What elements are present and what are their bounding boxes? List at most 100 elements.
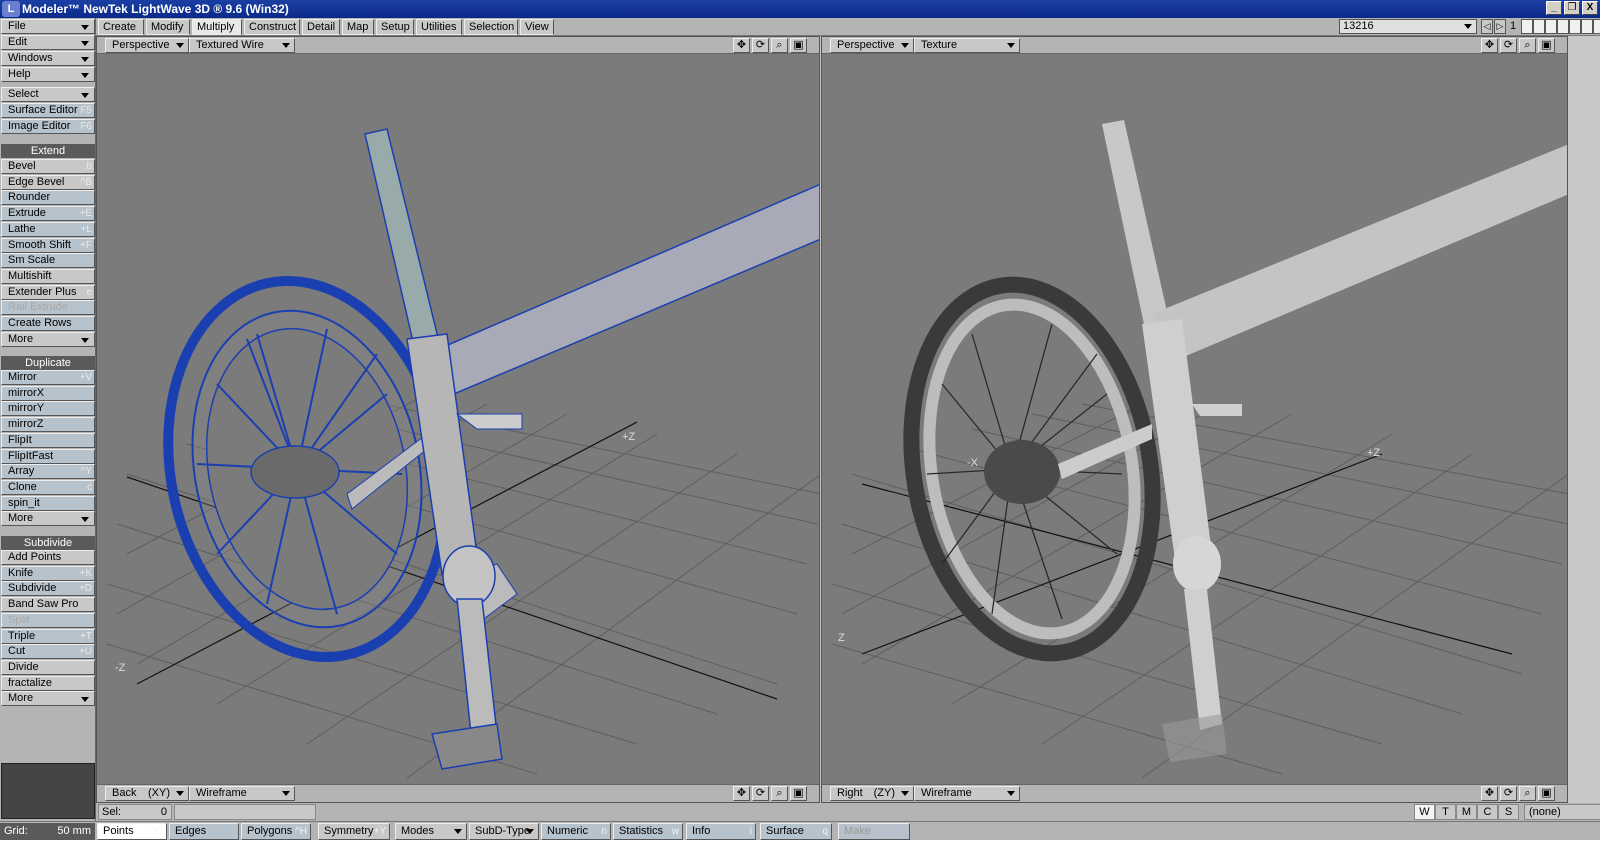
sidebar-item-subdivide[interactable]: Subdivide +D (1, 581, 95, 597)
prev-layer-button[interactable]: ◁ (1481, 19, 1493, 34)
layer-button[interactable] (1593, 19, 1600, 34)
render-mode-dropdown[interactable]: Wireframe (914, 786, 1020, 801)
tab-create[interactable]: Create (98, 19, 144, 35)
sidebar-item-more[interactable]: More (1, 691, 95, 707)
sidebar-item-rail-extrude[interactable]: Rail Extrude (1, 300, 95, 316)
viewport-right[interactable]: Perspective Texture ✥ ⟳ ⌕ ▣ +Z Z -X Righ… (821, 36, 1568, 803)
layer-button[interactable] (1569, 19, 1581, 34)
sidebar-item-knife[interactable]: Knife +K (1, 565, 95, 581)
subd-type-button[interactable]: SubD-Type (469, 823, 539, 840)
sidebar-item-extender-plus[interactable]: Extender Plus e (1, 284, 95, 300)
menu-windows[interactable]: Windows (1, 51, 95, 66)
maximize-icon[interactable]: ▣ (1538, 786, 1555, 801)
sidebar-item-more[interactable]: More (1, 511, 95, 527)
tab-setup[interactable]: Setup (376, 19, 414, 35)
menu-file[interactable]: File (1, 19, 95, 34)
select-dropdown[interactable]: Select (1, 87, 95, 102)
sidebar-item-fractalize[interactable]: fractalize (1, 675, 95, 691)
surface-select-dropdown[interactable]: (none) (1524, 804, 1600, 820)
tab-utilities[interactable]: Utilities (416, 19, 462, 35)
sidebar-item-flipitfast[interactable]: FlipItFast (1, 448, 95, 464)
maximize-icon[interactable]: ▣ (1538, 38, 1555, 53)
sidebar-item-sm-scale[interactable]: Sm Scale (1, 253, 95, 269)
s-button[interactable]: S (1498, 804, 1519, 820)
sidebar-item-smooth-shift[interactable]: Smooth Shift +F (1, 237, 95, 253)
view-type-dropdown[interactable]: Right (ZY) (830, 786, 914, 801)
statistics-button[interactable]: Statistics w (613, 823, 683, 840)
tab-modify[interactable]: Modify (146, 19, 190, 35)
view-type-dropdown[interactable]: Back (XY) (105, 786, 189, 801)
sidebar-item-edge-bevel[interactable]: Edge Bevel ^B (1, 174, 95, 190)
menu-help[interactable]: Help (1, 67, 95, 82)
sidebar-item-multishift[interactable]: Multishift (1, 268, 95, 284)
zoom-icon[interactable]: ⌕ (771, 786, 788, 801)
points-button[interactable]: Points ^G (97, 823, 167, 840)
sidebar-item-add-points[interactable]: Add Points (1, 550, 95, 565)
sidebar-item-more[interactable]: More (1, 331, 95, 347)
close-button[interactable]: X (1582, 1, 1598, 15)
numeric-button[interactable]: Numeric n (541, 823, 611, 840)
c-button[interactable]: C (1477, 804, 1498, 820)
tab-detail[interactable]: Detail (302, 19, 340, 35)
sidebar-item-bevel[interactable]: Bevel b (1, 159, 95, 174)
sidebar-item-flipit[interactable]: FlipIt (1, 432, 95, 448)
tab-multiply[interactable]: Multiply (192, 19, 242, 35)
m-button[interactable]: M (1456, 804, 1477, 820)
next-layer-button[interactable]: ▷ (1494, 19, 1506, 34)
layer-button[interactable] (1521, 19, 1533, 34)
sidebar-item-array[interactable]: Array ^Y (1, 464, 95, 480)
layer-button[interactable] (1557, 19, 1569, 34)
render-mode-dropdown[interactable]: Wireframe (189, 786, 295, 801)
move-icon[interactable]: ✥ (1481, 786, 1498, 801)
surface-button[interactable]: Surface q (760, 823, 832, 840)
layer-button[interactable] (1533, 19, 1545, 34)
zoom-icon[interactable]: ⌕ (771, 38, 788, 53)
view-type-dropdown[interactable]: Perspective (830, 38, 914, 53)
modes-button[interactable]: Modes (395, 823, 467, 840)
sidebar-item-cut[interactable]: Cut +U (1, 644, 95, 660)
sidebar-item-mirrorx[interactable]: mirrorX (1, 385, 95, 401)
rotate-icon[interactable]: ⟳ (752, 38, 769, 53)
sidebar-item-mirrorz[interactable]: mirrorZ (1, 417, 95, 433)
sidebar-item-mirror[interactable]: Mirror +V (1, 370, 95, 385)
make-button[interactable]: Make (838, 823, 910, 840)
maximize-icon[interactable]: ▣ (790, 786, 807, 801)
point-count-dropdown[interactable]: 13216 (1339, 19, 1477, 34)
viewport-left[interactable]: Perspective Textured Wire ✥ ⟳ ⌕ ▣ +Z -Z (96, 36, 820, 803)
sidebar-item-spin-it[interactable]: spin_it (1, 495, 95, 511)
minimize-button[interactable]: _ (1546, 1, 1562, 15)
sidebar-item-divide[interactable]: Divide (1, 659, 95, 675)
view-type-dropdown[interactable]: Perspective (105, 38, 189, 53)
sidebar-item-mirrory[interactable]: mirrorY (1, 401, 95, 417)
render-mode-dropdown[interactable]: Textured Wire (189, 38, 295, 53)
sidebar-item-create-rows[interactable]: Create Rows (1, 316, 95, 331)
image-editor-button[interactable]: Image Editor F6 (1, 119, 95, 134)
tab-view[interactable]: View (520, 19, 554, 35)
symmetry-button[interactable]: Symmetry +Y (318, 823, 390, 840)
sidebar-item-split[interactable]: Split (1, 612, 95, 628)
zoom-icon[interactable]: ⌕ (1519, 38, 1536, 53)
layer-button[interactable] (1545, 19, 1557, 34)
maximize-icon[interactable]: ▣ (790, 38, 807, 53)
rotate-icon[interactable]: ⟳ (1500, 38, 1517, 53)
sidebar-item-band-saw-pro[interactable]: Band Saw Pro (1, 597, 95, 613)
sidebar-item-rounder[interactable]: Rounder (1, 190, 95, 206)
sidebar-item-clone[interactable]: Clone c (1, 479, 95, 495)
rotate-icon[interactable]: ⟳ (752, 786, 769, 801)
tab-map[interactable]: Map (342, 19, 374, 35)
layer-button[interactable] (1581, 19, 1593, 34)
menu-edit[interactable]: Edit (1, 35, 95, 50)
restore-button[interactable]: ❐ (1564, 1, 1580, 15)
move-icon[interactable]: ✥ (1481, 38, 1498, 53)
edges-button[interactable]: Edges (169, 823, 239, 840)
w-button[interactable]: W (1414, 804, 1435, 820)
surface-editor-button[interactable]: Surface Editor F5 (1, 103, 95, 118)
move-icon[interactable]: ✥ (733, 38, 750, 53)
sidebar-item-triple[interactable]: Triple +T (1, 628, 95, 644)
move-icon[interactable]: ✥ (733, 786, 750, 801)
render-mode-dropdown[interactable]: Texture (914, 38, 1020, 53)
t-button[interactable]: T (1435, 804, 1456, 820)
tab-construct[interactable]: Construct (244, 19, 300, 35)
tab-selection[interactable]: Selection (464, 19, 518, 35)
polygons-button[interactable]: Polygons ^H (241, 823, 311, 840)
